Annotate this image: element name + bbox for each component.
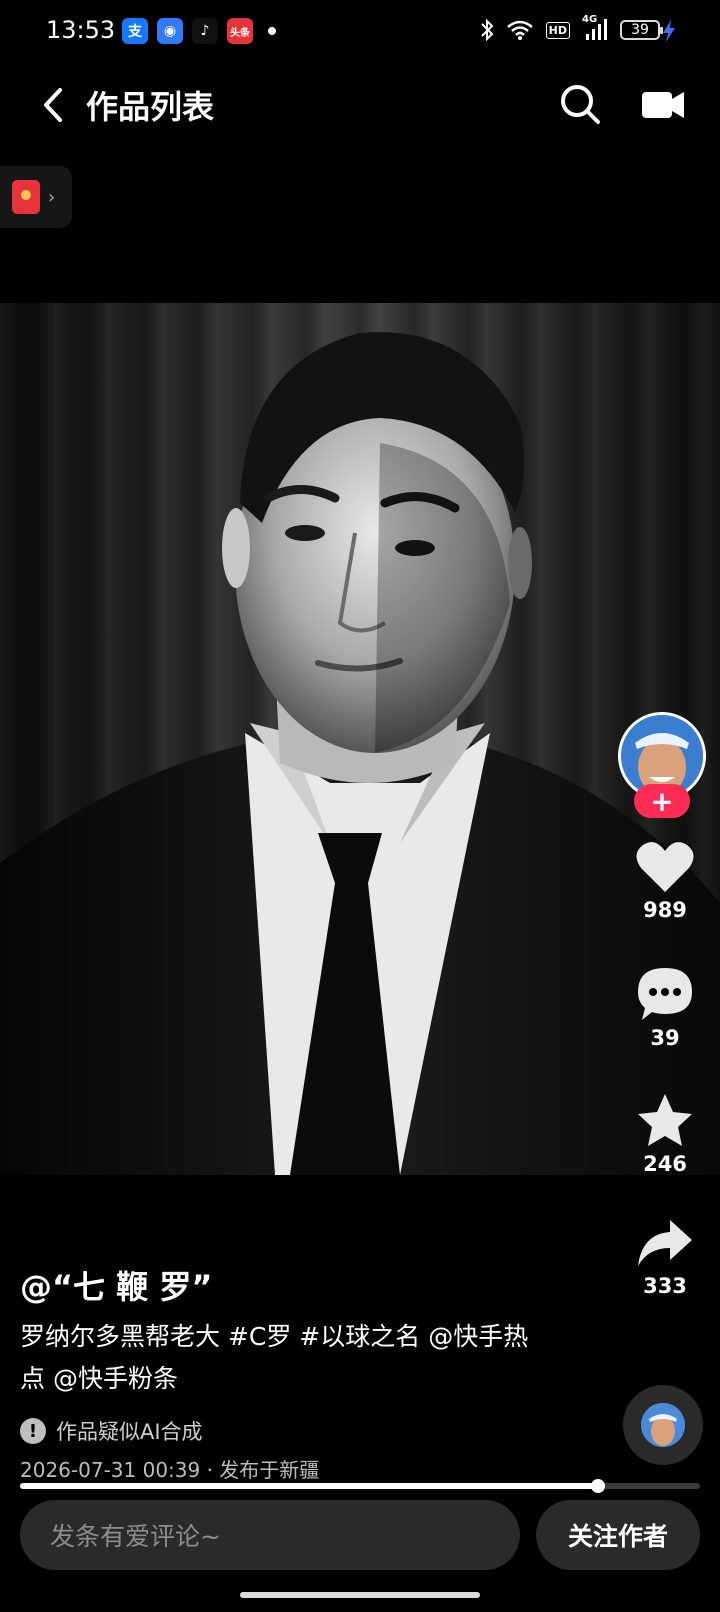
header: 作品列表 [0,70,720,140]
follow-plus-button[interactable]: + [634,784,690,818]
comment-icon [638,968,692,1020]
browser-icon: ◉ [157,18,183,44]
music-disc-avatar [641,1403,685,1447]
comment-count: 39 [650,1026,680,1050]
like-button[interactable]: 989 [610,840,720,922]
progress-fill [20,1483,598,1489]
hd-badge: HD [545,21,570,39]
ai-disclaimer-text: 作品疑似AI合成 [56,1420,203,1444]
page-title: 作品列表 [86,88,215,126]
status-time: 13:53 [46,16,116,44]
like-count: 989 [643,898,687,922]
chevron-right-icon: › [48,186,56,208]
back-button[interactable] [36,80,76,130]
battery-indicator: 39 [620,20,663,40]
share-icon [638,1220,692,1266]
progress-thumb[interactable] [591,1479,605,1493]
alipay-icon: 支 [122,18,148,44]
camera-icon[interactable] [640,84,686,124]
star-icon [638,1094,692,1146]
toutiao-icon: 头条 [227,18,253,44]
share-button[interactable]: 333 [610,1218,720,1298]
bluetooth-icon [480,18,494,42]
comment-input[interactable]: 发条有爱评论~ [20,1500,520,1570]
comment-button[interactable]: 39 [610,966,720,1050]
ai-disclaimer: ! 作品疑似AI合成 [20,1416,203,1446]
red-packet-button[interactable]: › [0,166,72,228]
music-disc-button[interactable] [623,1385,703,1465]
video-detail-screen: 13:53 支 ◉ ♪ 头条 HD 4G 39 作品列表 › + 989 39 … [0,0,720,1612]
red-envelope-icon [12,180,40,214]
system-icons: HD 4G 39 [480,14,663,42]
home-indicator[interactable] [240,1592,480,1598]
author-name[interactable]: @“七 鞭 罗” [20,1262,212,1308]
search-icon[interactable] [558,82,602,126]
wifi-icon [506,20,533,40]
favorite-button[interactable]: 246 [610,1092,720,1176]
post-caption[interactable]: 罗纳尔多黑帮老大 #C罗 #以球之名 @快手热点 @快手粉条 [20,1316,540,1400]
heart-icon [636,842,694,892]
charging-icon [663,20,675,42]
douyin-icon: ♪ [192,18,218,44]
notification-icons: 支 ◉ ♪ 头条 [122,18,276,44]
publish-info: 2026-07-31 00:39 · 发布于新疆 [20,1458,320,1482]
share-count: 333 [643,1274,687,1298]
favorite-count: 246 [643,1152,687,1176]
battery-level: 39 [631,22,649,38]
status-bar: 13:53 支 ◉ ♪ 头条 HD 4G 39 [0,0,720,64]
cellular-signal-icon: 4G [582,14,608,42]
warning-icon: ! [20,1418,46,1444]
video-progress-bar[interactable] [20,1479,700,1493]
more-notifications-dot [268,27,276,35]
follow-author-button[interactable]: 关注作者 [536,1500,700,1570]
